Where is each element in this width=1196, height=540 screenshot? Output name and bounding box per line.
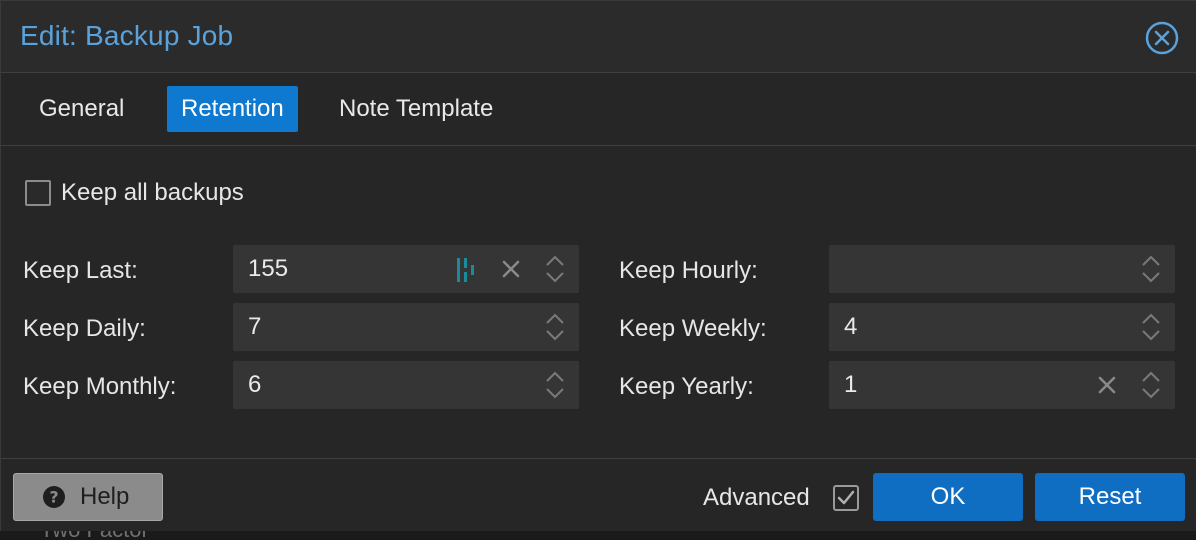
- tab-general[interactable]: General: [25, 86, 138, 132]
- backup-job-dialog: Edit: Backup Job General Retention Note …: [0, 0, 1196, 540]
- keep-monthly-field[interactable]: 6: [233, 361, 579, 409]
- svg-text:?: ?: [49, 488, 58, 507]
- spinner-updown-icon[interactable]: [544, 311, 566, 343]
- spinner-updown-icon[interactable]: [1140, 369, 1162, 401]
- close-circle-icon: [1145, 21, 1179, 55]
- keep-last-value[interactable]: 155: [248, 245, 288, 293]
- checkbox-checked-icon[interactable]: [832, 484, 860, 512]
- keep-yearly-field[interactable]: 1: [829, 361, 1175, 409]
- keep-last-field[interactable]: 155: [233, 245, 579, 293]
- tab-note-template[interactable]: Note Template: [325, 86, 507, 132]
- help-button[interactable]: ? Help: [13, 473, 163, 521]
- keep-all-checkbox[interactable]: [25, 180, 51, 206]
- keep-weekly-value[interactable]: 4: [844, 303, 857, 351]
- spinner-updown-icon[interactable]: [544, 253, 566, 285]
- keep-weekly-field[interactable]: 4: [829, 303, 1175, 351]
- keep-daily-field[interactable]: 7: [233, 303, 579, 351]
- keep-all-label[interactable]: Keep all backups: [61, 179, 244, 207]
- keep-hourly-label: Keep Hourly:: [619, 257, 758, 284]
- tab-bar: General Retention Note Template: [1, 74, 1196, 146]
- reset-button[interactable]: Reset: [1035, 473, 1185, 521]
- dialog-titlebar: Edit: Backup Job: [1, 1, 1196, 73]
- keep-weekly-label: Keep Weekly:: [619, 315, 767, 342]
- keep-last-label: Keep Last:: [23, 257, 138, 284]
- dialog-title: Edit: Backup Job: [20, 20, 234, 51]
- dialog-footer: ? Help Advanced OK Reset: [1, 460, 1196, 532]
- advanced-label[interactable]: Advanced: [703, 484, 810, 512]
- spinner-updown-icon[interactable]: [1140, 253, 1162, 285]
- clear-x-icon[interactable]: [1096, 374, 1118, 396]
- password-manager-icon[interactable]: [455, 256, 479, 284]
- keep-yearly-label: Keep Yearly:: [619, 373, 754, 400]
- keep-daily-value[interactable]: 7: [248, 303, 261, 351]
- keep-all-row: Keep all backups: [25, 179, 244, 207]
- background-window-strip: Two Factor: [0, 531, 1196, 540]
- question-circle-icon: ?: [43, 486, 65, 508]
- keep-daily-label: Keep Daily:: [23, 315, 146, 342]
- spinner-updown-icon[interactable]: [544, 369, 566, 401]
- keep-monthly-value[interactable]: 6: [248, 361, 261, 409]
- ok-button[interactable]: OK: [873, 473, 1023, 521]
- keep-monthly-label: Keep Monthly:: [23, 373, 177, 400]
- background-partial-text: Two Factor: [40, 531, 149, 540]
- clear-x-icon[interactable]: [500, 258, 522, 280]
- keep-yearly-value[interactable]: 1: [844, 361, 857, 409]
- help-label: Help: [80, 483, 130, 510]
- keep-hourly-field[interactable]: [829, 245, 1175, 293]
- close-button[interactable]: [1144, 20, 1180, 56]
- retention-panel: Keep all backups Keep Last: 155 Keep Dai…: [1, 147, 1196, 459]
- tab-retention[interactable]: Retention: [167, 86, 298, 132]
- spinner-updown-icon[interactable]: [1140, 311, 1162, 343]
